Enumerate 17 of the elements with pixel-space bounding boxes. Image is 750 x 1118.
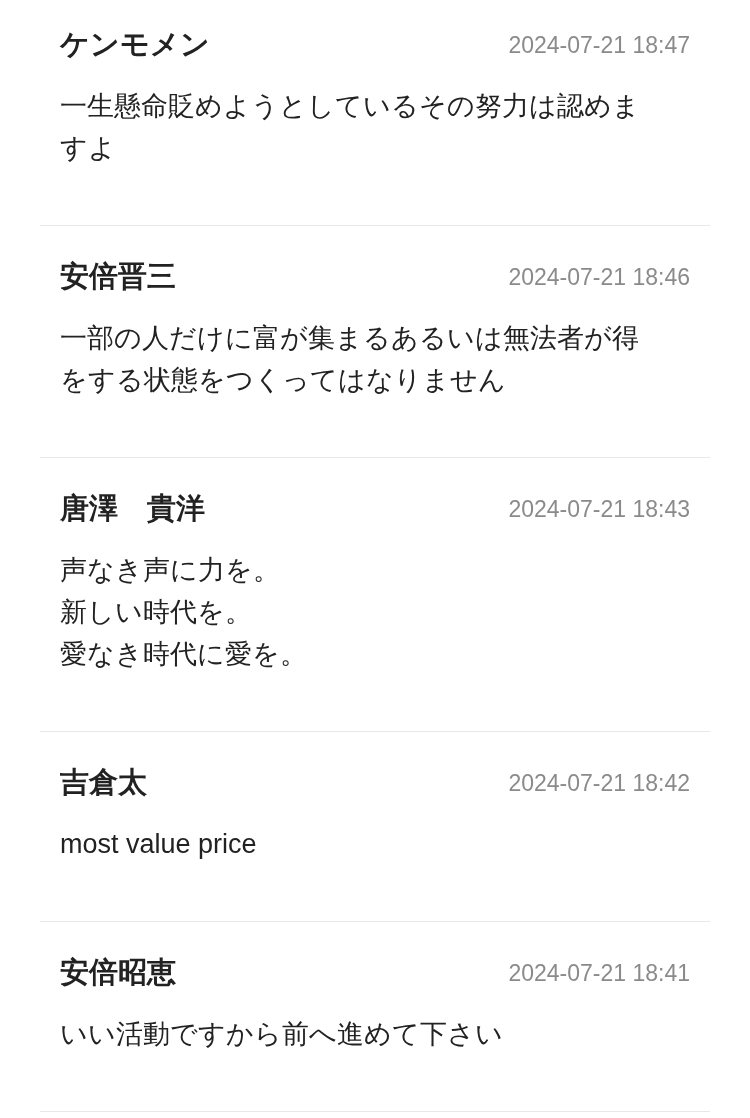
comment-author: 安倍晋三 bbox=[60, 259, 176, 295]
comment-time: 2024-07-21 18:47 bbox=[508, 30, 690, 60]
comment-author: 吉倉太 bbox=[60, 765, 147, 801]
comment-text: most value price bbox=[60, 828, 258, 861]
comment-time: 2024-07-21 18:43 bbox=[508, 494, 690, 524]
comment-time: 2024-07-21 18:46 bbox=[508, 262, 690, 292]
comment-author: 唐澤 貴洋 bbox=[60, 491, 205, 527]
comment-time: 2024-07-21 18:42 bbox=[508, 768, 690, 798]
comment-text: 愛なき時代に愛を。 bbox=[60, 638, 308, 671]
comment-author: 安倍昭恵 bbox=[60, 955, 176, 991]
comment-text: 一部の人だけに富が集まるあるいは無法者が得をする状態をつくってはなりません bbox=[60, 322, 640, 397]
comment-time: 2024-07-21 18:41 bbox=[508, 958, 690, 988]
comment-text: 新しい時代を。 bbox=[60, 596, 253, 629]
comment-text: 声なき声に力を。 bbox=[60, 554, 281, 587]
comment-text: 一生懸命貶めようとしているその努力は認めますよ bbox=[60, 90, 641, 165]
comment-text: いい活動ですから前へ進めて下さい bbox=[60, 1018, 504, 1051]
comment-author: ケンモメン bbox=[60, 27, 210, 63]
